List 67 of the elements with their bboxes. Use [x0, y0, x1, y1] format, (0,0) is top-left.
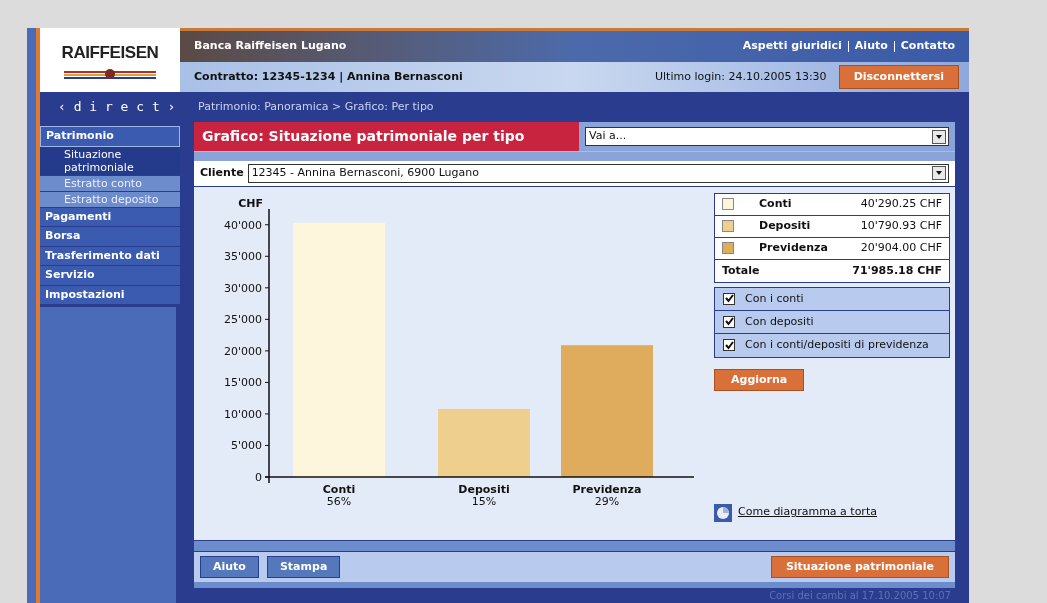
- footer-button[interactable]: Aiuto: [200, 555, 259, 579]
- last-login: Ultimo login: 24.10.2005 13:30: [655, 68, 827, 85]
- sidebar-item[interactable]: Patrimonio: [40, 126, 180, 147]
- option-row[interactable]: Con depositi: [715, 310, 949, 334]
- percentage-label: 15%: [471, 494, 497, 508]
- legend-amount: 40'290.25 CHF: [860, 196, 942, 213]
- y-tick: 35'000: [223, 250, 270, 264]
- sidebar-item[interactable]: Pagamenti: [40, 207, 180, 227]
- logout-button[interactable]: Disconnettersi: [838, 64, 959, 90]
- legend-amount: 10'790.93 CHF: [860, 218, 942, 235]
- sidebar-subitem[interactable]: Situazione patrimoniale: [40, 146, 180, 176]
- legend-label: Depositi: [759, 218, 811, 235]
- footer-button[interactable]: Stampa: [266, 555, 341, 579]
- contract-info: Contratto: 12345-1234 | Annina Bernasconi: [194, 68, 463, 85]
- y-tick-label: 20'000: [223, 344, 262, 358]
- logo[interactable]: RAIFFEISEN: [40, 28, 180, 92]
- checkbox[interactable]: [723, 339, 735, 352]
- total-amount: 71'985.18 CHF: [852, 262, 942, 279]
- header-link[interactable]: Aspetti giuridici: [742, 38, 842, 55]
- sidebar-item[interactable]: Servizio: [40, 266, 180, 286]
- y-tick-label: 35'000: [223, 250, 262, 264]
- y-tick: 20'000: [223, 344, 270, 358]
- sidebar-item[interactable]: Borsa: [40, 227, 180, 247]
- percentage-label: 56%: [326, 494, 352, 508]
- category-label: Conti: [322, 482, 356, 496]
- sidebar-item[interactable]: Trasferimento dati: [40, 246, 180, 266]
- header-link[interactable]: Contatto: [900, 38, 955, 55]
- legend-amount: 20'904.00 CHF: [860, 240, 942, 257]
- y-tick: 40'000: [223, 218, 270, 232]
- pie-chart-link[interactable]: Come diagramma a torta: [738, 504, 877, 521]
- client-select[interactable]: 12345 - Annina Bernasconi, 6900 Lugano: [247, 163, 949, 183]
- y-tick-label: 10'000: [223, 407, 262, 421]
- pie-chart-icon[interactable]: [714, 503, 732, 522]
- client-label: Cliente: [200, 165, 244, 182]
- option-row[interactable]: Con i conti: [715, 287, 949, 311]
- y-tick-label: 40'000: [223, 218, 262, 232]
- y-tick: 30'000: [223, 281, 270, 295]
- y-tick-label: 5'000: [230, 439, 262, 453]
- brand-name: ‹ d i r e c t ›: [58, 98, 176, 117]
- legend-label: Previdenza: [759, 240, 828, 257]
- y-tick-label: 25'000: [223, 313, 262, 327]
- y-tick-label: 0: [255, 470, 262, 484]
- checkbox[interactable]: [723, 315, 735, 328]
- y-tick: 5'000: [230, 439, 270, 453]
- y-tick-label: 30'000: [223, 281, 262, 295]
- bank-name: Banca Raiffeisen Lugano: [194, 38, 347, 55]
- y-tick-label: 15'000: [223, 376, 262, 390]
- category-label: Depositi: [458, 482, 510, 496]
- header-link[interactable]: Aiuto: [854, 38, 888, 55]
- legend-label: Conti: [759, 196, 792, 213]
- page-title: Grafico: Situazione patrimoniale per tipo: [194, 122, 579, 151]
- y-tick: 15'000: [223, 376, 270, 390]
- y-tick: 10'000: [223, 407, 270, 421]
- category-label: Previdenza: [572, 482, 642, 496]
- y-tick: 25'000: [223, 313, 270, 327]
- checkbox[interactable]: [723, 292, 735, 305]
- logo-stripes-icon: [64, 68, 156, 81]
- breadcrumb: Patrimonio: Panoramica > Grafico: Per tipo: [198, 98, 434, 115]
- goto-select[interactable]: Vai a...: [585, 127, 949, 146]
- update-button[interactable]: Aggiorna: [714, 368, 805, 392]
- y-tick: 0: [255, 470, 270, 484]
- total-label: Totale: [722, 262, 760, 279]
- y-axis-label: CHF: [238, 196, 263, 210]
- summary-button[interactable]: Situazione patrimoniale: [770, 555, 949, 579]
- percentage-label: 29%: [594, 494, 620, 508]
- option-row[interactable]: Con i conti/depositi di previdenza: [715, 333, 949, 357]
- sidebar-item[interactable]: Impostazioni: [40, 285, 180, 305]
